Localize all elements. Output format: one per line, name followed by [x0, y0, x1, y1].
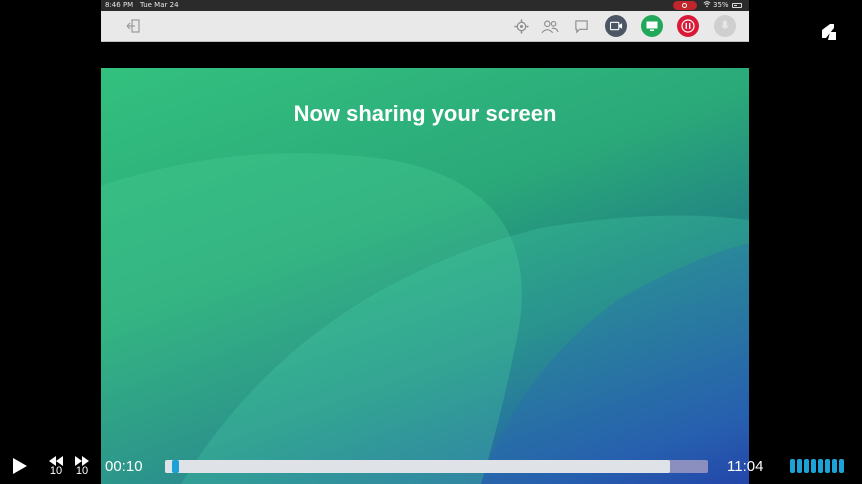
volume-bar[interactable]	[811, 459, 816, 473]
video-player-controls: 10 10 00:10 11:04	[0, 446, 862, 484]
volume-control[interactable]	[790, 459, 844, 473]
exit-icon[interactable]	[123, 16, 143, 36]
volume-bar[interactable]	[825, 459, 830, 473]
device-status-bar: 8:46 PM Tue Mar 24 35%	[101, 0, 749, 11]
wallpaper-waves	[101, 153, 749, 484]
total-duration: 11:04	[727, 458, 764, 475]
volume-bar[interactable]	[790, 459, 795, 473]
recorded-video-frame: 8:46 PM Tue Mar 24 35% Now sharing your …	[101, 0, 749, 484]
volume-bar[interactable]	[839, 459, 844, 473]
status-date: Tue Mar 24	[140, 1, 179, 9]
skip-back-seconds: 10	[49, 464, 63, 477]
play-icon	[13, 458, 27, 474]
fast-forward-icon	[75, 455, 89, 466]
current-time: 00:10	[105, 458, 143, 475]
screen-recording-indicator	[673, 1, 697, 10]
screen-share-icon[interactable]	[641, 15, 663, 37]
meeting-toolbar	[101, 11, 749, 42]
player-logo-icon	[818, 22, 838, 47]
volume-bar[interactable]	[818, 459, 823, 473]
battery-percent: 35%	[713, 1, 729, 9]
battery-icon	[732, 3, 742, 8]
camera-icon[interactable]	[605, 15, 627, 37]
skip-forward-button[interactable]: 10	[72, 452, 92, 480]
seek-bar[interactable]	[165, 460, 708, 473]
buffered-range	[165, 460, 670, 473]
pause-icon[interactable]	[677, 15, 699, 37]
settings-icon[interactable]	[511, 16, 531, 36]
chat-icon[interactable]	[571, 16, 591, 36]
microphone-icon[interactable]	[714, 15, 736, 37]
slide-title: Now sharing your screen	[293, 101, 557, 126]
skip-forward-seconds: 10	[75, 464, 89, 477]
status-time: 8:46 PM	[105, 1, 134, 9]
participants-icon[interactable]	[540, 16, 560, 36]
black-gap	[101, 42, 749, 68]
skip-back-button[interactable]: 10	[46, 452, 66, 480]
volume-bar[interactable]	[832, 459, 837, 473]
playhead[interactable]	[172, 460, 179, 473]
volume-bar[interactable]	[804, 459, 809, 473]
volume-bar[interactable]	[797, 459, 802, 473]
play-button[interactable]	[10, 456, 30, 476]
shared-screen-slide: Now sharing your screen	[101, 68, 749, 484]
rewind-icon	[49, 455, 63, 466]
